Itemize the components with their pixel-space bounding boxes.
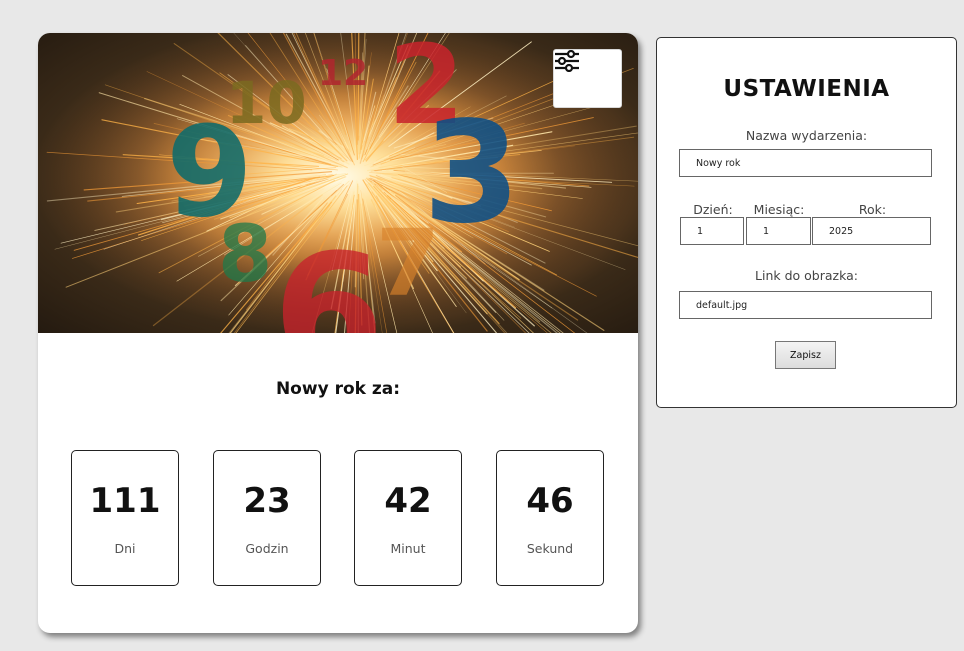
year-label: Rok: xyxy=(858,202,887,217)
minutes-label: Minut xyxy=(390,541,426,556)
settings-panel: USTAWIENIA Nazwa wydarzenia: Dzień: Mies… xyxy=(656,37,957,408)
hero-numeral: 7 xyxy=(376,210,440,317)
days-label: Dni xyxy=(114,541,136,556)
image-link-input[interactable] xyxy=(679,291,932,319)
countdown-card: 10 12 2 9 3 8 6 7 Nowy rok za: 111 Dni 2… xyxy=(38,33,638,633)
fireworks-image: 10 12 2 9 3 8 6 7 xyxy=(38,33,638,333)
image-link-label: Link do obrazka: xyxy=(755,268,858,283)
month-label: Miesiąc: xyxy=(753,202,805,217)
days-value: 111 xyxy=(89,481,161,521)
year-input[interactable] xyxy=(812,217,931,245)
hero-numeral: 8 xyxy=(218,210,272,300)
countdown-heading: Nowy rok za: xyxy=(275,379,401,399)
hero-numeral: 6 xyxy=(273,219,384,333)
seconds-label: Sekund xyxy=(526,541,574,556)
day-input[interactable] xyxy=(680,217,744,245)
event-name-label: Nazwa wydarzenia: xyxy=(745,128,868,143)
hero-numeral: 12 xyxy=(318,53,368,94)
hours-value: 23 xyxy=(243,481,291,521)
sliders-icon xyxy=(555,50,579,72)
countdown-minutes: 42 Minut xyxy=(354,450,462,586)
countdown-hours: 23 Godzin xyxy=(213,450,321,586)
fireworks-illustration: 10 12 2 9 3 8 6 7 xyxy=(38,33,638,333)
countdown-days: 111 Dni xyxy=(71,450,179,586)
event-name-input[interactable] xyxy=(679,149,932,177)
seconds-value: 46 xyxy=(526,481,574,521)
open-settings-button[interactable] xyxy=(553,49,622,108)
hours-label: Godzin xyxy=(245,541,289,556)
month-input[interactable] xyxy=(746,217,811,245)
day-label: Dzień: xyxy=(693,202,733,217)
save-button[interactable]: Zapisz xyxy=(775,341,836,369)
minutes-value: 42 xyxy=(384,481,432,521)
settings-title: USTAWIENIA xyxy=(723,76,890,102)
countdown-seconds: 46 Sekund xyxy=(496,450,604,586)
